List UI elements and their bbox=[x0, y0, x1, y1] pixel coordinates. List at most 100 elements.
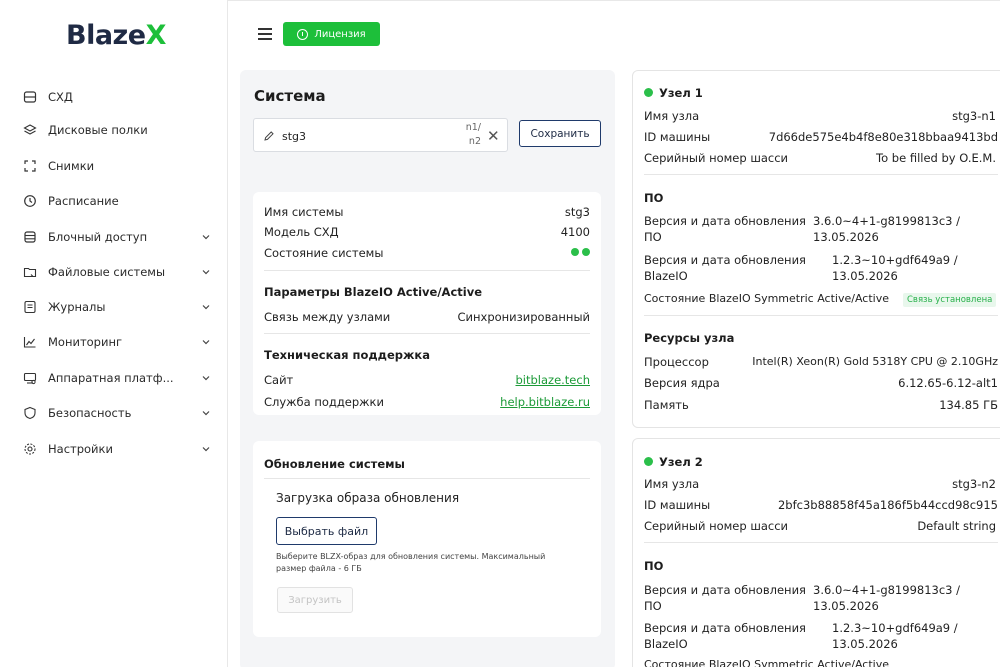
node1-po-title: ПО bbox=[644, 191, 664, 205]
node1-host-label: Имя узла bbox=[644, 109, 700, 123]
sidebar-item-label: Расписание bbox=[48, 194, 119, 208]
sidebar-item-hardware[interactable]: Аппаратная платф... bbox=[22, 363, 212, 393]
node-link-label: Связь между узлами bbox=[264, 310, 391, 324]
system-state-indicators bbox=[540, 245, 590, 259]
info-icon bbox=[297, 28, 309, 40]
node1-status-dot bbox=[571, 248, 579, 256]
node1-po-version-label: Версия и дата обновления ПО bbox=[644, 214, 806, 244]
node2-bio-version-value: 1.2.3~10+gdf649a9 /13.05.2026 bbox=[832, 621, 958, 651]
system-name-value[interactable]: stg3 bbox=[282, 130, 306, 143]
site-label: Сайт bbox=[264, 373, 294, 387]
node2-bio-state-label: Состояние BlazeIO Symmetric Active/Activ… bbox=[644, 658, 889, 667]
sidebar-item-label: Снимки bbox=[48, 159, 95, 173]
system-state-label: Состояние системы bbox=[264, 246, 384, 260]
node1-id-value: 7d66de575e4b4f8e80e318bbaa9413bd bbox=[768, 130, 998, 144]
node2-po-title: ПО bbox=[644, 559, 664, 573]
support-service-label: Служба поддержки bbox=[264, 395, 384, 409]
sidebar-item-label: Настройки bbox=[48, 442, 113, 456]
node1-po-version-value: 3.6.0~4+1-g8199813c3 /13.05.2026 bbox=[813, 214, 961, 244]
divider bbox=[644, 315, 998, 316]
node2-id-value: 2bfc3b88858f45a186f5b44ccd98c915 bbox=[777, 498, 998, 512]
node2-bio-version-label: Версия и дата обновления BlazeIO bbox=[644, 621, 806, 651]
chevron-down-icon[interactable] bbox=[200, 443, 212, 455]
model-value: 4100 bbox=[560, 225, 590, 239]
divider bbox=[644, 174, 998, 175]
status-ok-icon bbox=[644, 457, 653, 466]
node2-serial-value: Default string bbox=[917, 519, 996, 533]
app-root: BlazeX СХД Дисковые полки Снимки Расписа… bbox=[0, 0, 1000, 667]
node1-card bbox=[632, 70, 1000, 428]
sidebar-item-schedule[interactable]: Расписание bbox=[22, 186, 212, 216]
sidebar-item-file-systems[interactable]: Файловые системы bbox=[22, 257, 212, 287]
shield-icon bbox=[22, 405, 38, 421]
pencil-icon bbox=[264, 131, 274, 141]
chevron-down-icon[interactable] bbox=[200, 266, 212, 278]
node2-title: Узел 2 bbox=[644, 455, 703, 469]
sidebar-item-label: Журналы bbox=[48, 300, 106, 314]
node2-status-dot bbox=[582, 248, 590, 256]
system-name-text: stg3 bbox=[564, 205, 590, 219]
database-icon bbox=[22, 229, 38, 245]
system-name-field[interactable]: stg3 n1/n2 ✕ bbox=[253, 118, 508, 152]
chevron-down-icon[interactable] bbox=[200, 407, 212, 419]
storage-icon bbox=[22, 89, 38, 105]
node1-bio-state-badge: Связь установлена bbox=[903, 293, 997, 307]
sidebar-item-monitoring[interactable]: Мониторинг bbox=[22, 327, 212, 357]
brand-logo[interactable]: BlazeX bbox=[66, 20, 166, 51]
sidebar-item-label: Мониторинг bbox=[48, 335, 123, 349]
layers-icon bbox=[22, 122, 38, 138]
chart-icon bbox=[22, 334, 38, 350]
menu-icon[interactable] bbox=[258, 28, 272, 40]
node2-serial-label: Серийный номер шасси bbox=[644, 519, 789, 533]
sidebar-item-logs[interactable]: Журналы bbox=[22, 292, 212, 322]
license-label: Лицензия bbox=[314, 28, 366, 40]
node1-memory-value: 134.85 ГБ bbox=[939, 398, 998, 412]
model-label: Модель СХД bbox=[264, 225, 339, 239]
divider bbox=[264, 270, 590, 271]
sidebar-item-snapshots[interactable]: Снимки bbox=[22, 151, 212, 181]
chevron-down-icon[interactable] bbox=[200, 301, 212, 313]
sidebar-item-label: СХД bbox=[48, 90, 73, 104]
node1-kernel-value: 6.12.65-6.12-alt1 bbox=[898, 376, 998, 390]
license-button[interactable]: Лицензия bbox=[283, 22, 380, 46]
header-divider bbox=[228, 0, 1000, 1]
node1-host-value: stg3-n1 bbox=[952, 109, 996, 123]
chevron-down-icon[interactable] bbox=[200, 336, 212, 348]
log-icon bbox=[22, 299, 38, 315]
node2-po-version-label: Версия и дата обновления ПО bbox=[644, 583, 806, 613]
sidebar-item-security[interactable]: Безопасность bbox=[22, 398, 212, 428]
site-link[interactable]: bitblaze.tech bbox=[450, 373, 590, 387]
node-link-value: Синхронизированный bbox=[457, 310, 591, 324]
node1-resources-title: Ресурсы узла bbox=[644, 331, 735, 345]
support-service-link[interactable]: help.bitblaze.ru bbox=[450, 395, 590, 409]
status-ok-icon bbox=[644, 88, 653, 97]
node1-serial-label: Серийный номер шасси bbox=[644, 151, 789, 165]
chevron-down-icon[interactable] bbox=[200, 231, 212, 243]
node1-bio-version-value: 1.2.3~10+gdf649a9 /13.05.2026 bbox=[832, 253, 958, 283]
clock-icon bbox=[22, 193, 38, 209]
divider bbox=[644, 542, 998, 543]
save-button[interactable]: Сохранить bbox=[519, 120, 601, 147]
node1-memory-label: Память bbox=[644, 398, 689, 412]
upload-hint: Выберите BLZX-образ для обновления систе… bbox=[276, 552, 546, 573]
folder-icon bbox=[22, 264, 38, 280]
choose-file-button[interactable]: Выбрать файл bbox=[276, 517, 377, 545]
sidebar-item-storage[interactable]: СХД bbox=[22, 82, 212, 112]
sidebar-item-block-access[interactable]: Блочный доступ bbox=[22, 222, 212, 252]
node1-kernel-label: Версия ядра bbox=[644, 376, 720, 390]
sidebar-item-settings[interactable]: Настройки bbox=[22, 434, 212, 464]
node1-serial-value: To be filled by O.E.M. bbox=[876, 151, 996, 165]
gear-icon bbox=[22, 441, 38, 457]
node1-cpu-value: Intel(R) Xeon(R) Gold 5318Y CPU @ 2.10GH… bbox=[752, 355, 998, 368]
sidebar-item-label: Безопасность bbox=[48, 406, 132, 420]
sidebar-item-label: Дисковые полки bbox=[48, 123, 148, 137]
node-selector-label: n1/n2 bbox=[465, 122, 481, 147]
node1-cpu-label: Процессор bbox=[644, 355, 709, 369]
node1-id-label: ID машины bbox=[644, 130, 711, 144]
chevron-down-icon[interactable] bbox=[200, 372, 212, 384]
update-title: Обновление системы bbox=[264, 457, 405, 471]
sidebar-item-disk-shelves[interactable]: Дисковые полки bbox=[22, 115, 212, 145]
close-icon[interactable]: ✕ bbox=[487, 127, 500, 145]
system-title: Система bbox=[254, 87, 326, 105]
upload-button[interactable]: Загрузить bbox=[277, 587, 353, 613]
